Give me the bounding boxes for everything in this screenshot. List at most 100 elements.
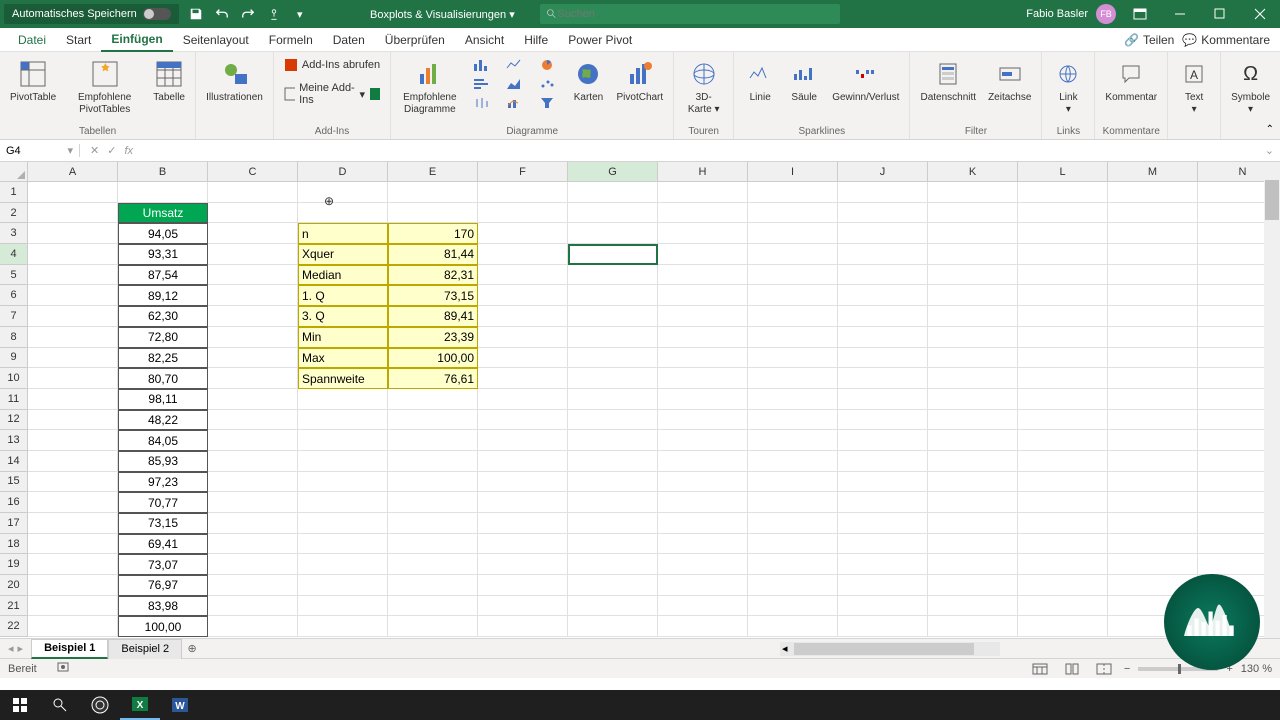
cell-K20[interactable]	[928, 575, 1018, 596]
cell-G3[interactable]	[568, 223, 658, 244]
col-header-K[interactable]: K	[928, 162, 1018, 182]
cell-M10[interactable]	[1108, 368, 1198, 389]
cell-K15[interactable]	[928, 472, 1018, 493]
cell-D1[interactable]	[298, 182, 388, 203]
cell-D16[interactable]	[298, 492, 388, 513]
cell-C12[interactable]	[208, 410, 298, 431]
cell-H19[interactable]	[658, 554, 748, 575]
row-header-12[interactable]: 12	[0, 410, 28, 431]
cell-I5[interactable]	[748, 265, 838, 286]
cell-D7[interactable]: 3. Q	[298, 306, 388, 327]
cell-A13[interactable]	[28, 430, 118, 451]
cell-A18[interactable]	[28, 534, 118, 555]
cell-L16[interactable]	[1018, 492, 1108, 513]
cell-E10[interactable]: 76,61	[388, 368, 478, 389]
col-header-A[interactable]: A	[28, 162, 118, 182]
pie-chart-icon[interactable]	[535, 56, 561, 74]
cell-J13[interactable]	[838, 430, 928, 451]
col-header-F[interactable]: F	[478, 162, 568, 182]
cell-L1[interactable]	[1018, 182, 1108, 203]
cell-G20[interactable]	[568, 575, 658, 596]
cell-M12[interactable]	[1108, 410, 1198, 431]
cell-L5[interactable]	[1018, 265, 1108, 286]
cell-G21[interactable]	[568, 596, 658, 617]
collapse-ribbon-icon[interactable]: ⌃	[1266, 124, 1274, 135]
cell-D10[interactable]: Spannweite	[298, 368, 388, 389]
cell-B2[interactable]: Umsatz	[118, 203, 208, 224]
menu-hilfe[interactable]: Hilfe	[514, 28, 558, 52]
cell-L13[interactable]	[1018, 430, 1108, 451]
share-button[interactable]: 🔗 Teilen	[1124, 33, 1174, 47]
cell-K13[interactable]	[928, 430, 1018, 451]
col-header-B[interactable]: B	[118, 162, 208, 182]
cell-D18[interactable]	[298, 534, 388, 555]
cell-E22[interactable]	[388, 616, 478, 637]
cell-E2[interactable]	[388, 203, 478, 224]
cell-F10[interactable]	[478, 368, 568, 389]
undo-icon[interactable]	[212, 4, 232, 24]
cell-I17[interactable]	[748, 513, 838, 534]
cell-G13[interactable]	[568, 430, 658, 451]
cell-B12[interactable]: 48,22	[118, 410, 208, 431]
cell-H18[interactable]	[658, 534, 748, 555]
cell-D11[interactable]	[298, 389, 388, 410]
cell-G1[interactable]	[568, 182, 658, 203]
cell-L18[interactable]	[1018, 534, 1108, 555]
cell-G11[interactable]	[568, 389, 658, 410]
cell-K4[interactable]	[928, 244, 1018, 265]
horizontal-scrollbar[interactable]: ◂	[780, 642, 1000, 656]
my-addins-button[interactable]: Meine Add-Ins ▾	[280, 80, 384, 108]
cell-H1[interactable]	[658, 182, 748, 203]
cell-B19[interactable]: 73,07	[118, 554, 208, 575]
cell-D19[interactable]	[298, 554, 388, 575]
cell-F11[interactable]	[478, 389, 568, 410]
sparkline-line-button[interactable]: Linie	[740, 56, 780, 106]
touch-mode-icon[interactable]	[264, 4, 284, 24]
cell-J16[interactable]	[838, 492, 928, 513]
cell-I3[interactable]	[748, 223, 838, 244]
cell-M15[interactable]	[1108, 472, 1198, 493]
cell-L2[interactable]	[1018, 203, 1108, 224]
row-header-20[interactable]: 20	[0, 575, 28, 596]
cell-B8[interactable]: 72,80	[118, 327, 208, 348]
cell-M18[interactable]	[1108, 534, 1198, 555]
cell-F8[interactable]	[478, 327, 568, 348]
link-button[interactable]: Link▾	[1048, 56, 1088, 118]
cell-H4[interactable]	[658, 244, 748, 265]
recommended-pivot-button[interactable]: Empfohlene PivotTables	[64, 56, 145, 118]
cell-F22[interactable]	[478, 616, 568, 637]
cell-F12[interactable]	[478, 410, 568, 431]
cell-B21[interactable]: 83,98	[118, 596, 208, 617]
cell-I20[interactable]	[748, 575, 838, 596]
area-chart-icon[interactable]	[502, 75, 528, 93]
cell-I21[interactable]	[748, 596, 838, 617]
cell-E13[interactable]	[388, 430, 478, 451]
row-header-3[interactable]: 3	[0, 223, 28, 244]
cell-E6[interactable]: 73,15	[388, 285, 478, 306]
row-header-2[interactable]: 2	[0, 203, 28, 224]
cell-K9[interactable]	[928, 348, 1018, 369]
cell-D6[interactable]: 1. Q	[298, 285, 388, 306]
cell-B14[interactable]: 85,93	[118, 451, 208, 472]
cell-M16[interactable]	[1108, 492, 1198, 513]
cell-B13[interactable]: 84,05	[118, 430, 208, 451]
cell-H2[interactable]	[658, 203, 748, 224]
cell-H7[interactable]	[658, 306, 748, 327]
cell-J10[interactable]	[838, 368, 928, 389]
page-layout-view-icon[interactable]	[1060, 661, 1084, 677]
start-button[interactable]	[0, 690, 40, 720]
expand-formula-icon[interactable]: ⌄	[1259, 144, 1280, 157]
pivottable-button[interactable]: PivotTable	[6, 56, 60, 106]
cell-F6[interactable]	[478, 285, 568, 306]
cell-J6[interactable]	[838, 285, 928, 306]
cell-L6[interactable]	[1018, 285, 1108, 306]
cell-D5[interactable]: Median	[298, 265, 388, 286]
cell-C5[interactable]	[208, 265, 298, 286]
taskbar-excel-icon[interactable]: X	[120, 690, 160, 720]
bar-chart-icon[interactable]	[469, 75, 495, 93]
cell-G14[interactable]	[568, 451, 658, 472]
cell-K10[interactable]	[928, 368, 1018, 389]
sheet-tab-1[interactable]: Beispiel 1	[31, 639, 108, 659]
cell-A14[interactable]	[28, 451, 118, 472]
cell-A20[interactable]	[28, 575, 118, 596]
